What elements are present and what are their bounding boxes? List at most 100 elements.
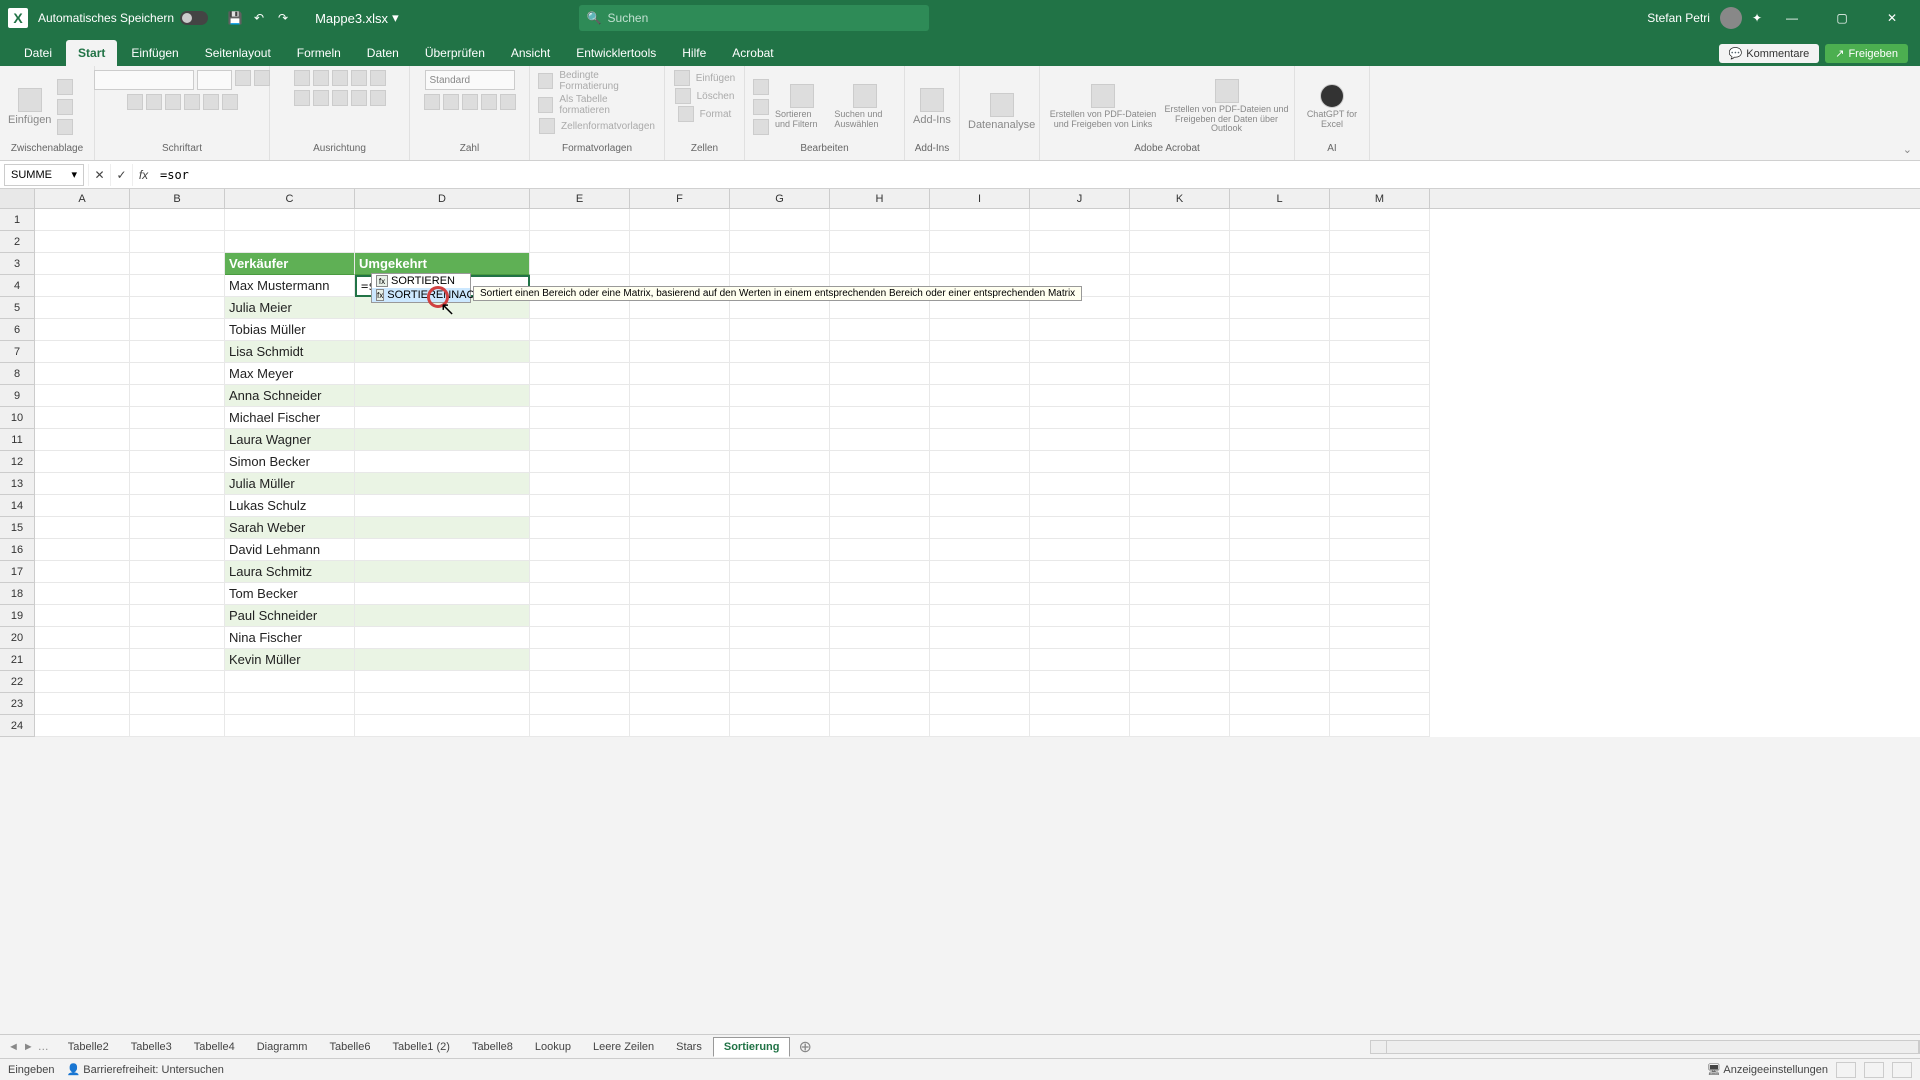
collapse-ribbon-icon[interactable]: ⌄ bbox=[1895, 139, 1920, 160]
cell[interactable] bbox=[930, 319, 1030, 341]
cell[interactable] bbox=[355, 407, 530, 429]
cell[interactable] bbox=[1130, 693, 1230, 715]
document-name[interactable]: Mappe3.xlsx▾ bbox=[315, 10, 399, 26]
cell[interactable] bbox=[930, 451, 1030, 473]
cell[interactable] bbox=[35, 693, 130, 715]
cell[interactable] bbox=[1130, 297, 1230, 319]
chatgpt-button[interactable]: ChatGPT for Excel bbox=[1303, 84, 1361, 130]
cell[interactable] bbox=[130, 605, 225, 627]
row-header[interactable]: 2 bbox=[0, 231, 35, 253]
cell[interactable] bbox=[830, 473, 930, 495]
cell[interactable] bbox=[35, 627, 130, 649]
cancel-formula-icon[interactable]: ✕ bbox=[88, 164, 110, 186]
cell[interactable] bbox=[830, 407, 930, 429]
cell[interactable] bbox=[1230, 649, 1330, 671]
cell[interactable] bbox=[630, 231, 730, 253]
cell[interactable] bbox=[1230, 539, 1330, 561]
cell[interactable] bbox=[1230, 341, 1330, 363]
cell[interactable] bbox=[530, 451, 630, 473]
row-header[interactable]: 13 bbox=[0, 473, 35, 495]
sheet-nav-prev-icon[interactable]: ► bbox=[23, 1041, 34, 1053]
col-header[interactable]: G bbox=[730, 189, 830, 208]
cell[interactable] bbox=[630, 385, 730, 407]
cell[interactable] bbox=[830, 561, 930, 583]
cell[interactable] bbox=[830, 671, 930, 693]
increase-font-icon[interactable] bbox=[235, 70, 251, 86]
cell[interactable] bbox=[930, 539, 1030, 561]
cell[interactable] bbox=[930, 627, 1030, 649]
cell[interactable] bbox=[1030, 319, 1130, 341]
cell[interactable] bbox=[1030, 385, 1130, 407]
cell[interactable] bbox=[130, 583, 225, 605]
border-icon[interactable] bbox=[184, 94, 200, 110]
row-header[interactable]: 24 bbox=[0, 715, 35, 737]
cell[interactable] bbox=[930, 429, 1030, 451]
delete-cells-button[interactable]: Löschen bbox=[675, 88, 735, 104]
cell[interactable] bbox=[530, 583, 630, 605]
cell[interactable] bbox=[355, 561, 530, 583]
row-header[interactable]: 21 bbox=[0, 649, 35, 671]
cell[interactable] bbox=[930, 473, 1030, 495]
cell[interactable] bbox=[530, 341, 630, 363]
bold-icon[interactable] bbox=[127, 94, 143, 110]
cell[interactable] bbox=[1030, 407, 1130, 429]
font-color-icon[interactable] bbox=[222, 94, 238, 110]
cell[interactable] bbox=[930, 253, 1030, 275]
sheet-tab[interactable]: Stars bbox=[665, 1037, 713, 1057]
scroll-right-icon[interactable] bbox=[1903, 1041, 1919, 1053]
cell[interactable] bbox=[730, 517, 830, 539]
cell[interactable] bbox=[730, 429, 830, 451]
row-header[interactable]: 16 bbox=[0, 539, 35, 561]
cell[interactable] bbox=[1330, 253, 1430, 275]
col-header[interactable]: H bbox=[830, 189, 930, 208]
cell[interactable] bbox=[630, 517, 730, 539]
align-bot-icon[interactable] bbox=[332, 70, 348, 86]
cell[interactable] bbox=[35, 517, 130, 539]
analyze-button[interactable]: Datenanalyse bbox=[968, 93, 1035, 131]
tab-einfuegen[interactable]: Einfügen bbox=[119, 40, 190, 66]
cell[interactable] bbox=[35, 715, 130, 737]
cell[interactable] bbox=[355, 231, 530, 253]
cell[interactable] bbox=[730, 605, 830, 627]
cell[interactable] bbox=[35, 363, 130, 385]
cell[interactable] bbox=[355, 209, 530, 231]
row-header[interactable]: 6 bbox=[0, 319, 35, 341]
cell[interactable] bbox=[1330, 363, 1430, 385]
cell[interactable] bbox=[1230, 253, 1330, 275]
paste-button[interactable]: Einfügen bbox=[8, 88, 51, 126]
cell[interactable] bbox=[730, 693, 830, 715]
sheet-tab[interactable]: Tabelle8 bbox=[461, 1037, 524, 1057]
cell[interactable] bbox=[730, 649, 830, 671]
align-right-icon[interactable] bbox=[332, 90, 348, 106]
cell[interactable] bbox=[1230, 583, 1330, 605]
cell[interactable] bbox=[1130, 385, 1230, 407]
cell[interactable] bbox=[630, 693, 730, 715]
undo-icon[interactable]: ↶ bbox=[247, 6, 271, 30]
cell[interactable] bbox=[530, 473, 630, 495]
cell[interactable] bbox=[1030, 693, 1130, 715]
cell[interactable] bbox=[130, 451, 225, 473]
cell[interactable] bbox=[1330, 385, 1430, 407]
col-header[interactable]: D bbox=[355, 189, 530, 208]
cell[interactable] bbox=[355, 429, 530, 451]
toggle-icon[interactable] bbox=[180, 11, 208, 25]
cell[interactable] bbox=[1130, 231, 1230, 253]
cell[interactable] bbox=[1230, 407, 1330, 429]
cell[interactable] bbox=[830, 649, 930, 671]
cell[interactable] bbox=[530, 693, 630, 715]
cell[interactable] bbox=[1130, 715, 1230, 737]
horizontal-scrollbar[interactable] bbox=[1370, 1040, 1920, 1054]
col-header[interactable]: E bbox=[530, 189, 630, 208]
cell[interactable] bbox=[1130, 407, 1230, 429]
cell[interactable] bbox=[1230, 385, 1330, 407]
col-header[interactable]: K bbox=[1130, 189, 1230, 208]
cell[interactable] bbox=[1030, 363, 1130, 385]
maximize-button[interactable]: ▢ bbox=[1822, 3, 1862, 33]
cell[interactable] bbox=[830, 627, 930, 649]
cell[interactable] bbox=[830, 429, 930, 451]
name-box[interactable]: SUMME▾ bbox=[4, 164, 84, 186]
cell[interactable] bbox=[1330, 429, 1430, 451]
cell[interactable] bbox=[1130, 649, 1230, 671]
cell[interactable] bbox=[930, 605, 1030, 627]
cell[interactable] bbox=[35, 561, 130, 583]
